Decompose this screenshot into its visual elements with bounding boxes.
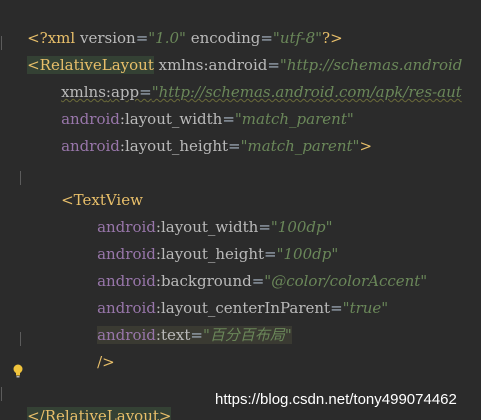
tag-open-bracket: < — [27, 56, 40, 74]
tag-open-bracket: < — [61, 191, 74, 209]
code-line-11[interactable]: android:layout_centerInParent="true" — [78, 275, 388, 317]
code-line-1[interactable]: <?xml version="1.0" encoding="utf-8"?> — [8, 5, 343, 47]
watermark-text: https://blog.csdn.net/tony499074462 — [215, 391, 457, 408]
attr-value: "百分百布局" — [202, 326, 292, 344]
attr-equals: = — [190, 326, 203, 344]
tag-close-bracket: > — [158, 407, 172, 420]
tag-close-bracket: > — [359, 137, 373, 155]
attr-value: "true" — [342, 299, 389, 317]
fold-marker[interactable] — [1, 387, 7, 401]
tag-name: RelativeLayout — [44, 407, 159, 420]
tag-self-close: /> — [97, 353, 115, 371]
tag-open-bracket: </ — [27, 407, 45, 420]
attr-value: "match_parent" — [240, 137, 360, 155]
code-line-2[interactable]: <RelativeLayout xmlns:android="http://sc… — [8, 32, 462, 74]
fold-marker[interactable] — [1, 36, 7, 50]
code-line-4[interactable]: android:layout_width="match_parent" — [42, 86, 354, 128]
code-line-13[interactable]: /> — [78, 329, 115, 371]
code-line-9[interactable]: android:layout_height="100dp" — [78, 221, 338, 263]
attr-namespace: android — [61, 137, 120, 155]
code-line-5[interactable]: android:layout_height="match_parent"> — [42, 113, 372, 155]
code-line-3[interactable]: xmlns:app="http://schemas.android.com/ap… — [42, 59, 462, 101]
attr-name: text — [160, 326, 191, 344]
fold-marker[interactable] — [20, 332, 26, 346]
code-line-10[interactable]: android:background="@color/colorAccent" — [78, 248, 427, 290]
attr-equals: = — [330, 299, 343, 317]
fold-marker[interactable] — [20, 171, 26, 185]
code-editor[interactable]: <?xml version="1.0" encoding="utf-8"?> <… — [0, 0, 481, 420]
code-line-8[interactable]: android:layout_width="100dp" — [78, 194, 332, 236]
attr-name: layout_height — [124, 137, 229, 155]
lightbulb-icon[interactable] — [12, 364, 24, 378]
code-line-12[interactable]: android:text="百分百布局" — [78, 302, 292, 344]
code-line-15[interactable]: </RelativeLayout> — [8, 383, 172, 420]
code-line-7[interactable]: <TextView — [42, 167, 143, 209]
attr-equals: = — [228, 137, 241, 155]
